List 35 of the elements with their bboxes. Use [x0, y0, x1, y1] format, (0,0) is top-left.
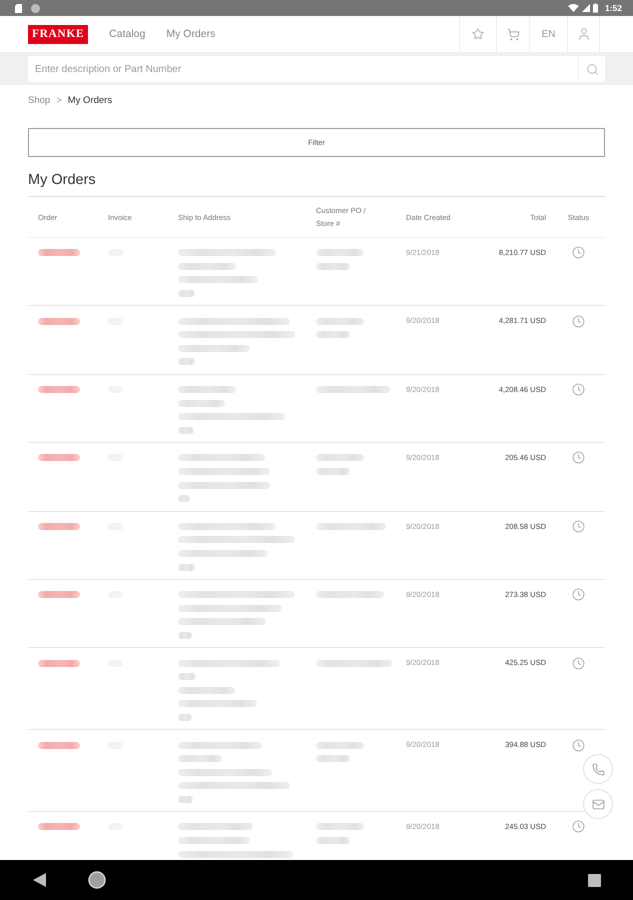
clock-icon — [572, 246, 585, 260]
clock-icon — [572, 383, 585, 396]
clock-icon — [572, 820, 585, 834]
mail-button[interactable] — [583, 789, 613, 819]
nav-link[interactable]: My Orders — [166, 28, 216, 40]
status-time: 1:52 — [604, 3, 622, 13]
clock-icon — [572, 588, 585, 602]
search-icon — [586, 62, 598, 76]
home-icon[interactable] — [88, 871, 106, 889]
phone-button[interactable] — [583, 754, 613, 784]
page-title: My Orders — [28, 171, 96, 190]
breadcrumb-separator: > — [56, 94, 62, 106]
search-field[interactable]: Enter description or Part Number — [28, 56, 578, 82]
phone-icon — [592, 762, 604, 776]
brand-logo[interactable]: FRANKE — [28, 24, 88, 44]
nav-link[interactable]: Catalog — [109, 28, 146, 40]
wifi-icon — [568, 4, 579, 12]
back-icon[interactable] — [33, 873, 46, 887]
clock-icon — [572, 314, 585, 328]
battery-icon — [592, 3, 598, 13]
clock-icon — [572, 738, 585, 752]
mail-icon — [592, 798, 604, 810]
clock-icon — [572, 656, 585, 670]
search-button[interactable] — [578, 56, 605, 82]
breadcrumb-link[interactable]: Shop — [28, 94, 50, 106]
breadcrumb-current[interactable]: My Orders — [68, 94, 112, 106]
recents-icon[interactable] — [588, 874, 601, 886]
signal-icon — [582, 4, 590, 12]
clock-icon — [572, 451, 585, 464]
circle-icon — [31, 4, 40, 12]
user-icon — [576, 27, 590, 41]
cart-icon — [506, 28, 520, 40]
clock-icon — [572, 520, 585, 533]
sd-card-icon — [15, 4, 22, 12]
star-icon — [472, 28, 484, 40]
